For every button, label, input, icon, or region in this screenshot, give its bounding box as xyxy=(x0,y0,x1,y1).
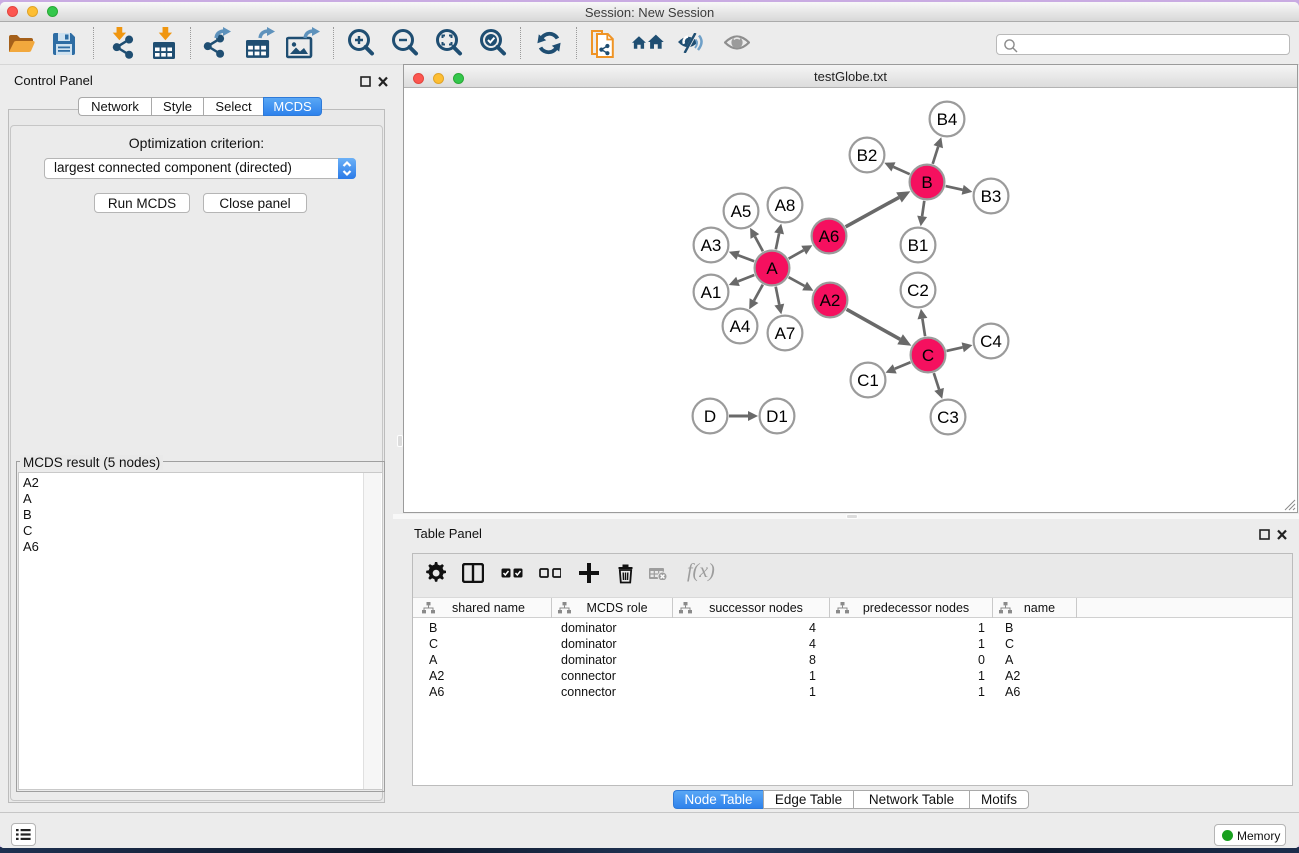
svg-text:B1: B1 xyxy=(908,236,929,255)
svg-text:A7: A7 xyxy=(775,324,796,343)
svg-text:B: B xyxy=(921,173,932,192)
svg-text:A4: A4 xyxy=(730,317,751,336)
svg-text:A2: A2 xyxy=(820,291,841,310)
svg-text:A6: A6 xyxy=(819,227,840,246)
svg-text:B2: B2 xyxy=(857,146,878,165)
svg-text:C4: C4 xyxy=(980,332,1002,351)
svg-text:A8: A8 xyxy=(775,196,796,215)
svg-text:A3: A3 xyxy=(701,236,722,255)
svg-text:A1: A1 xyxy=(701,283,722,302)
svg-text:D: D xyxy=(704,407,716,426)
svg-text:B3: B3 xyxy=(981,187,1002,206)
svg-text:C2: C2 xyxy=(907,281,929,300)
svg-text:B4: B4 xyxy=(937,110,958,129)
svg-text:C1: C1 xyxy=(857,371,879,390)
svg-text:A5: A5 xyxy=(731,202,752,221)
svg-text:C: C xyxy=(922,346,934,365)
svg-text:A: A xyxy=(766,259,778,278)
svg-text:D1: D1 xyxy=(766,407,788,426)
svg-text:C3: C3 xyxy=(937,408,959,427)
